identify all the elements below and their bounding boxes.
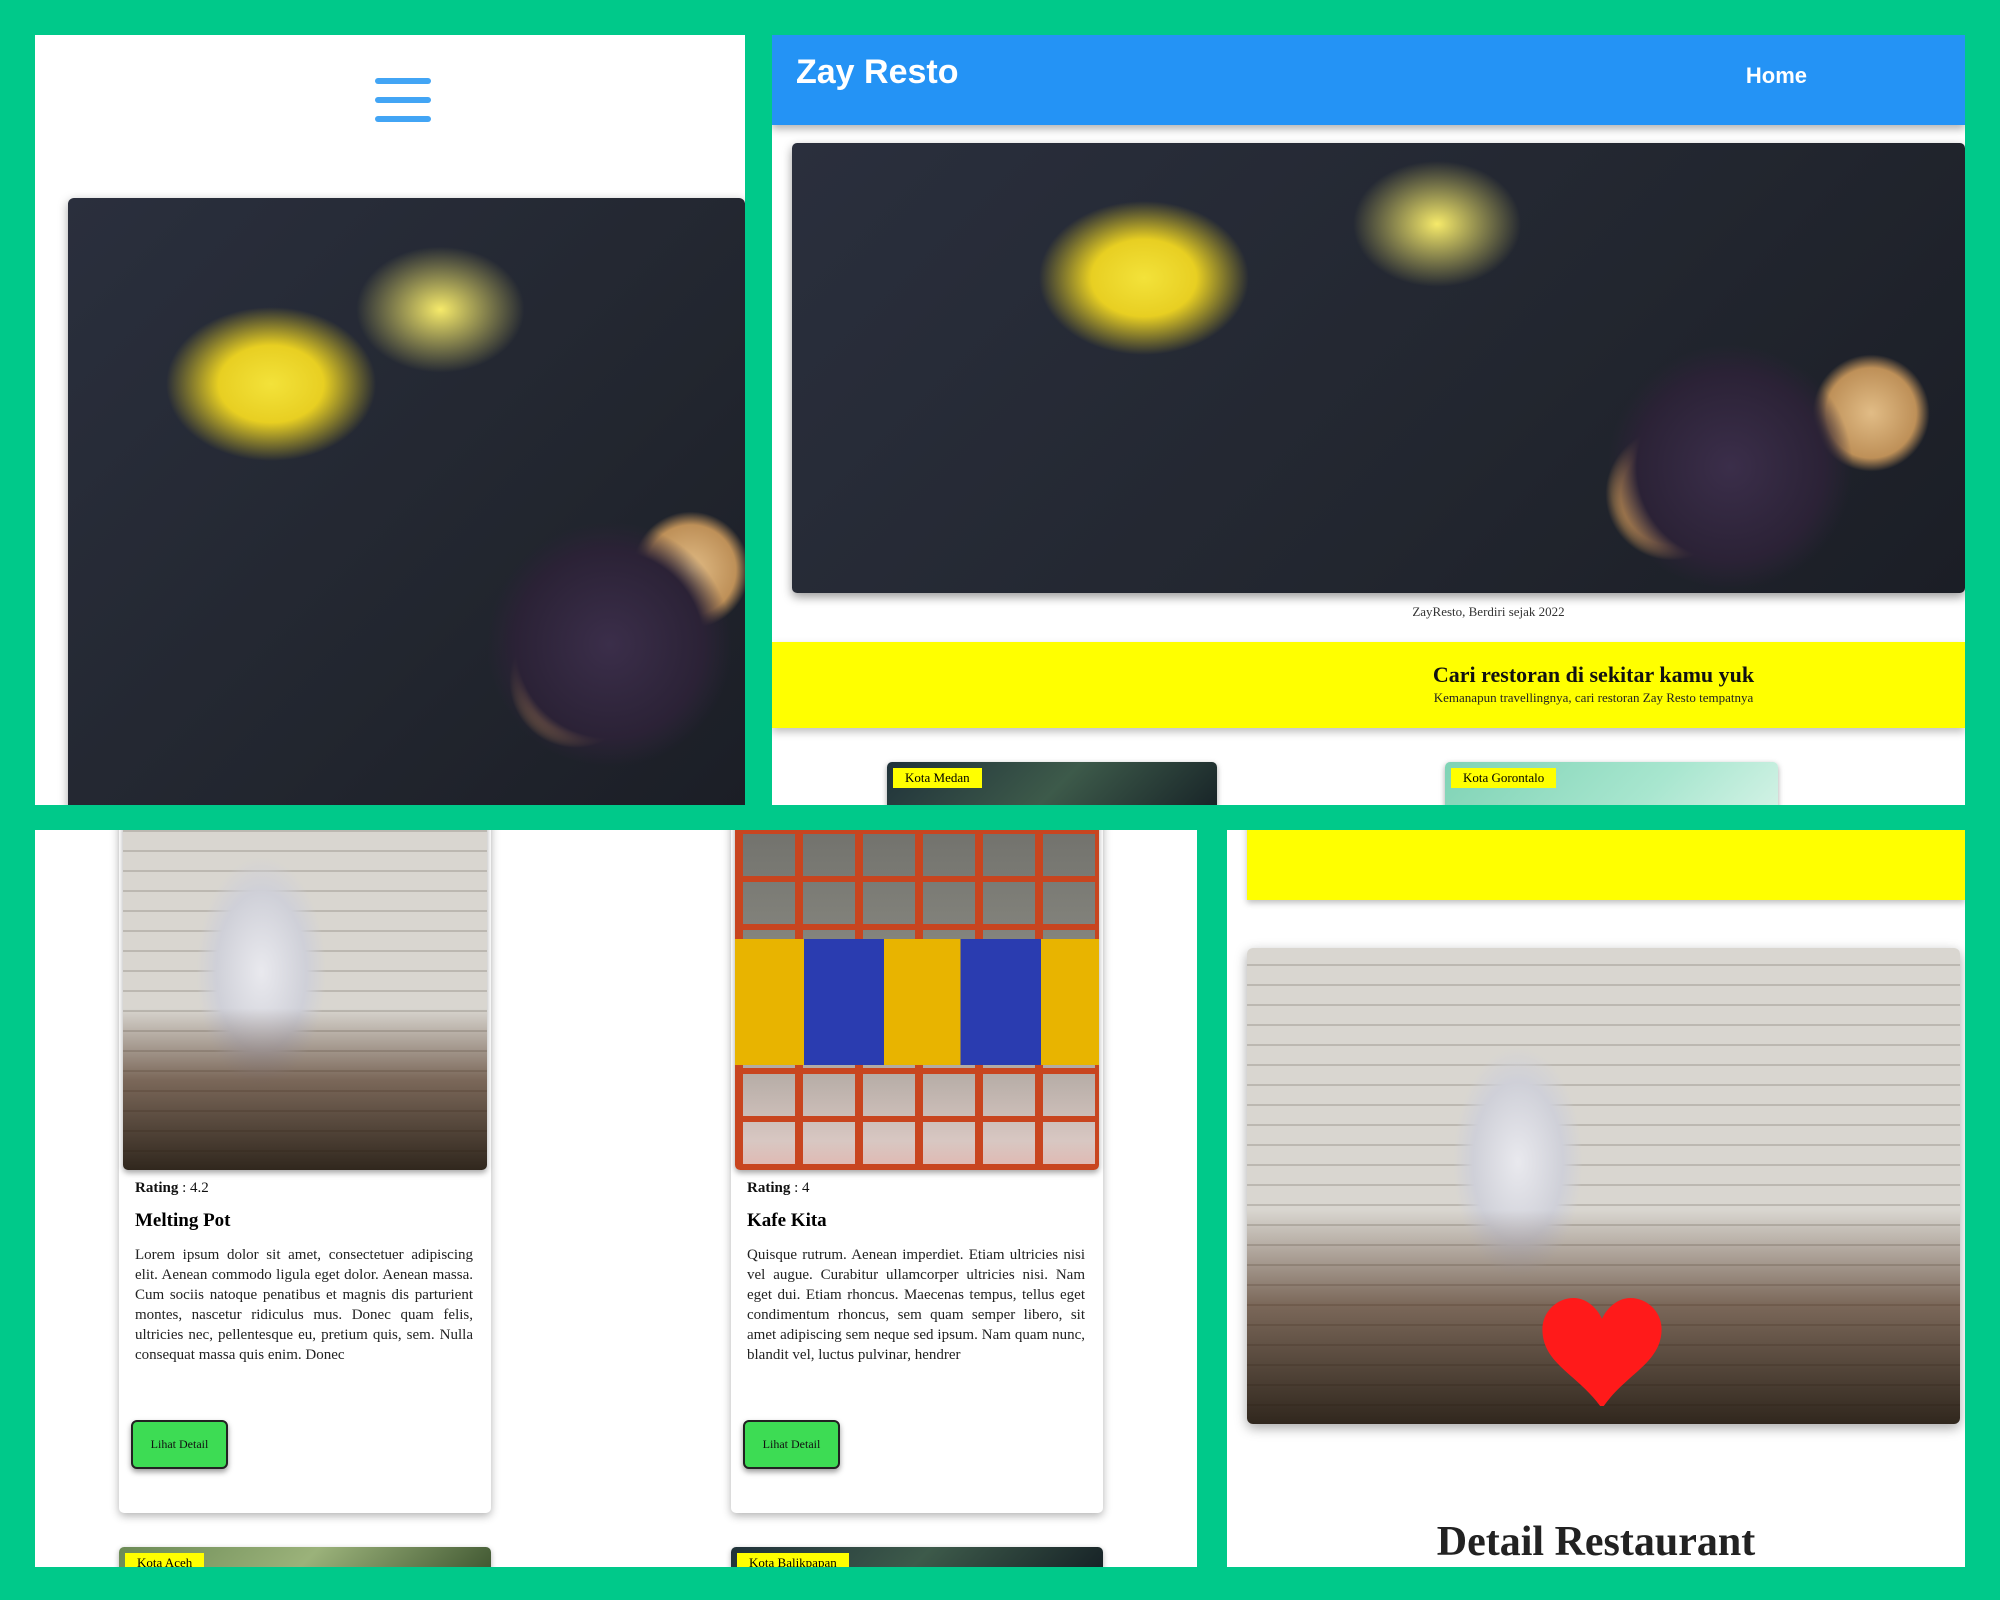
rating-label: Rating (747, 1180, 791, 1196)
restaurant-card: Rating : 4 Kafe Kita Quisque rutrum. Aen… (731, 830, 1103, 1513)
hamburger-line (375, 97, 431, 103)
mobile-view-panel (35, 35, 745, 805)
banner-title: Cari restoran di sekitar kamu yuk (1432, 662, 1755, 687)
hamburger-line (375, 78, 431, 84)
restaurant-image (735, 830, 1099, 1170)
detail-button[interactable]: Lihat Detail (743, 1420, 840, 1469)
rating-value: : 4.2 (182, 1180, 209, 1196)
search-banner: Cari restoran di sekitar kamu yuk Kemana… (772, 642, 1965, 728)
restaurant-card[interactable]: Kota Gorontalo (1445, 762, 1778, 805)
restaurant-card[interactable]: Kota Medan (887, 762, 1217, 805)
hamburger-line (375, 116, 431, 122)
hamburger-menu-icon[interactable] (375, 70, 431, 130)
restaurant-name: Melting Pot (135, 1210, 231, 1231)
restaurant-image (123, 830, 487, 1170)
restaurant-list-panel: Rating : 4.2 Melting Pot Lorem ipsum dol… (35, 830, 1197, 1567)
restaurant-card[interactable]: Kota Aceh (119, 1547, 491, 1567)
city-tag: Kota Balikpapan (737, 1553, 849, 1567)
brand-logo[interactable]: Zay Resto (796, 53, 959, 92)
detail-button[interactable]: Lihat Detail (131, 1420, 228, 1469)
rating-value: : 4 (794, 1180, 810, 1196)
nav-home-link[interactable]: Home (1746, 63, 1807, 89)
restaurant-description: Quisque rutrum. Aenean imperdiet. Etiam … (747, 1247, 1085, 1363)
hero-caption: ZayResto, Berdiri sejak 2022 (1412, 604, 1565, 619)
detail-banner (1247, 830, 1965, 900)
hero-image (68, 198, 745, 805)
heart-icon[interactable] (1542, 1298, 1662, 1406)
desktop-view-panel: Zay Resto Home ZayResto, Berdiri sejak 2… (772, 35, 1965, 805)
restaurant-rating: Rating : 4.2 (135, 1180, 209, 1197)
banner-subtitle: Kemanapun travellingnya, cari restoran Z… (1433, 690, 1754, 705)
navbar: Zay Resto Home (772, 35, 1965, 125)
city-tag: Kota Aceh (125, 1553, 205, 1567)
restaurant-description: Lorem ipsum dolor sit amet, consectetuer… (135, 1247, 473, 1363)
detail-title: Detail Restaurant (1436, 1519, 1756, 1565)
restaurant-image (1247, 948, 1960, 1424)
restaurant-name: Kafe Kita (747, 1210, 827, 1231)
restaurant-rating: Rating : 4 (747, 1180, 810, 1197)
rating-label: Rating (135, 1180, 179, 1196)
restaurant-card: Rating : 4.2 Melting Pot Lorem ipsum dol… (119, 830, 491, 1513)
detail-view-panel: Detail Restaurant (1227, 830, 1965, 1567)
city-tag: Kota Gorontalo (1451, 768, 1557, 788)
hero-image (792, 143, 1965, 593)
city-tag: Kota Medan (893, 768, 982, 788)
restaurant-card[interactable]: Kota Balikpapan (731, 1547, 1103, 1567)
